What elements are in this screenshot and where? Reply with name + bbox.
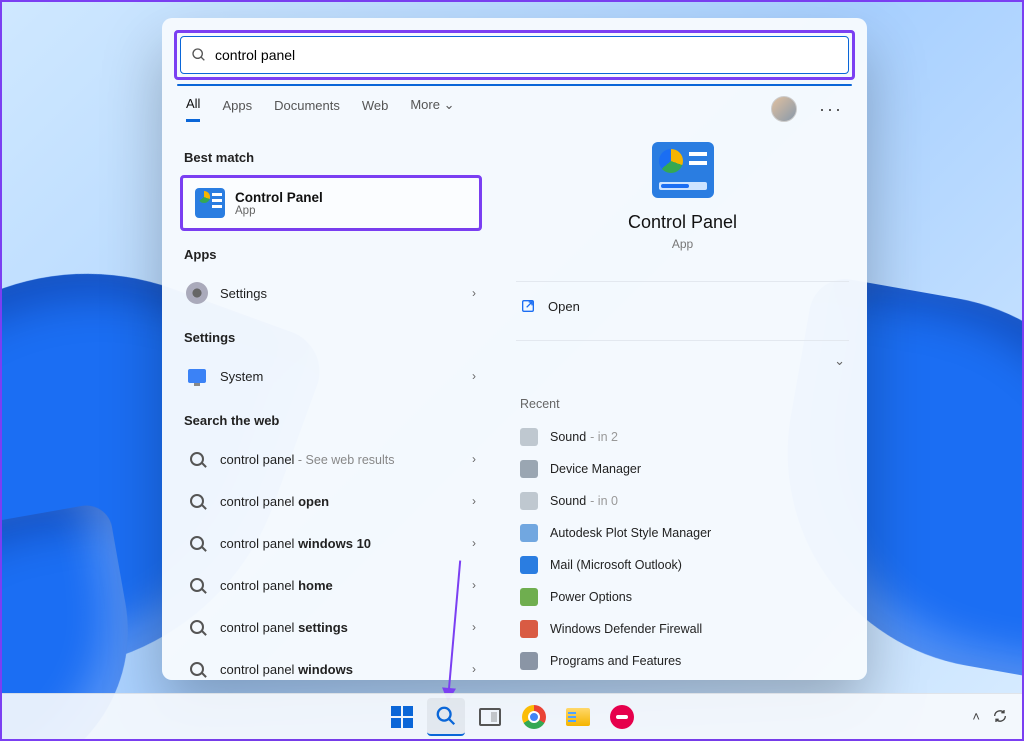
web-result[interactable]: control panel windows 10› (180, 522, 482, 564)
taskbar: ˄ (2, 693, 1022, 739)
chevron-right-icon: › (472, 578, 476, 592)
app-icon (520, 460, 538, 478)
web-result[interactable]: control panel home› (180, 564, 482, 606)
search-icon (186, 448, 208, 470)
search-input[interactable] (215, 47, 838, 63)
chevron-up-icon[interactable]: ˄ (972, 709, 980, 724)
recent-item[interactable]: Autodesk Plot Style Manager (516, 517, 849, 549)
recent-item[interactable]: Device Manager (516, 453, 849, 485)
recent-item[interactable]: Programs and Features (516, 645, 849, 677)
recent-item[interactable]: Mail (Microsoft Outlook) (516, 549, 849, 581)
app-icon (520, 428, 538, 446)
system-tray[interactable]: ˄ (972, 693, 1008, 739)
chevron-right-icon: › (472, 369, 476, 383)
chevron-right-icon: › (472, 452, 476, 466)
tab-more[interactable]: More ⌄ (410, 97, 454, 121)
start-search-window: All Apps Documents Web More ⌄ ··· Best m… (162, 18, 867, 680)
preview-sub: App (516, 237, 849, 251)
chrome-button[interactable] (515, 698, 553, 736)
app-icon (520, 556, 538, 574)
chevron-right-icon: › (472, 620, 476, 634)
app-icon (520, 588, 538, 606)
search-icon (186, 574, 208, 596)
section-best-match: Best match (184, 150, 482, 165)
chevron-right-icon: › (472, 662, 476, 676)
best-match-sub: App (235, 205, 323, 217)
app-icon (520, 492, 538, 510)
user-avatar[interactable] (771, 96, 797, 122)
search-icon (186, 658, 208, 680)
app-icon (520, 652, 538, 670)
recent-item[interactable]: Sound - in 0 (516, 485, 849, 517)
app-icon (520, 620, 538, 638)
recent-item[interactable]: Network and Sharing Center (516, 677, 849, 680)
chevron-right-icon: › (472, 286, 476, 300)
section-apps: Apps (184, 247, 482, 262)
expand-button[interactable]: ⌄ (516, 341, 849, 381)
chevron-right-icon: › (472, 536, 476, 550)
file-explorer-button[interactable] (559, 698, 597, 736)
section-web: Search the web (184, 413, 482, 428)
recent-item[interactable]: Power Options (516, 581, 849, 613)
tab-web[interactable]: Web (362, 98, 389, 121)
search-icon (186, 490, 208, 512)
recent-label: Recent (520, 397, 849, 411)
web-result[interactable]: control panel windows› (180, 648, 482, 680)
web-result[interactable]: control panel open› (180, 480, 482, 522)
best-match-title: Control Panel (235, 190, 323, 205)
web-result[interactable]: control panel - See web results› (180, 438, 482, 480)
tab-apps[interactable]: Apps (222, 98, 252, 121)
tab-all[interactable]: All (186, 96, 200, 122)
web-result[interactable]: control panel settings› (180, 606, 482, 648)
recent-item[interactable]: Sound - in 2 (516, 421, 849, 453)
result-settings[interactable]: Settings › (180, 272, 482, 314)
search-icon (191, 47, 207, 63)
start-button[interactable] (383, 698, 421, 736)
result-control-panel[interactable]: Control Panel App (183, 178, 479, 228)
preview-title: Control Panel (516, 212, 849, 233)
preview-pane: Control Panel App Open ⌄ Recent Sound - … (492, 122, 867, 680)
app-button[interactable] (603, 698, 641, 736)
recent-item[interactable]: Windows Defender Firewall (516, 613, 849, 645)
search-box-highlight (174, 30, 855, 80)
gear-icon (186, 282, 208, 304)
sync-icon[interactable] (992, 708, 1008, 724)
results-list: Best match Control Panel App Apps Settin… (162, 122, 492, 680)
control-panel-icon-large (652, 142, 714, 198)
search-box[interactable] (180, 36, 849, 74)
open-button[interactable]: Open (516, 282, 849, 330)
best-match-highlight: Control Panel App (180, 175, 482, 231)
search-icon (186, 532, 208, 554)
search-icon (435, 705, 457, 727)
tab-documents[interactable]: Documents (274, 98, 340, 121)
chevron-right-icon: › (472, 494, 476, 508)
section-settings: Settings (184, 330, 482, 345)
monitor-icon (186, 365, 208, 387)
control-panel-icon (195, 188, 225, 218)
app-icon (520, 524, 538, 542)
taskbar-search-button[interactable] (427, 698, 465, 736)
filter-tabs: All Apps Documents Web More ⌄ ··· (162, 86, 867, 122)
search-icon (186, 616, 208, 638)
task-view-button[interactable] (471, 698, 509, 736)
chevron-down-icon: ⌄ (444, 97, 455, 112)
open-icon (520, 298, 536, 314)
result-system[interactable]: System › (180, 355, 482, 397)
options-button[interactable]: ··· (819, 99, 843, 120)
